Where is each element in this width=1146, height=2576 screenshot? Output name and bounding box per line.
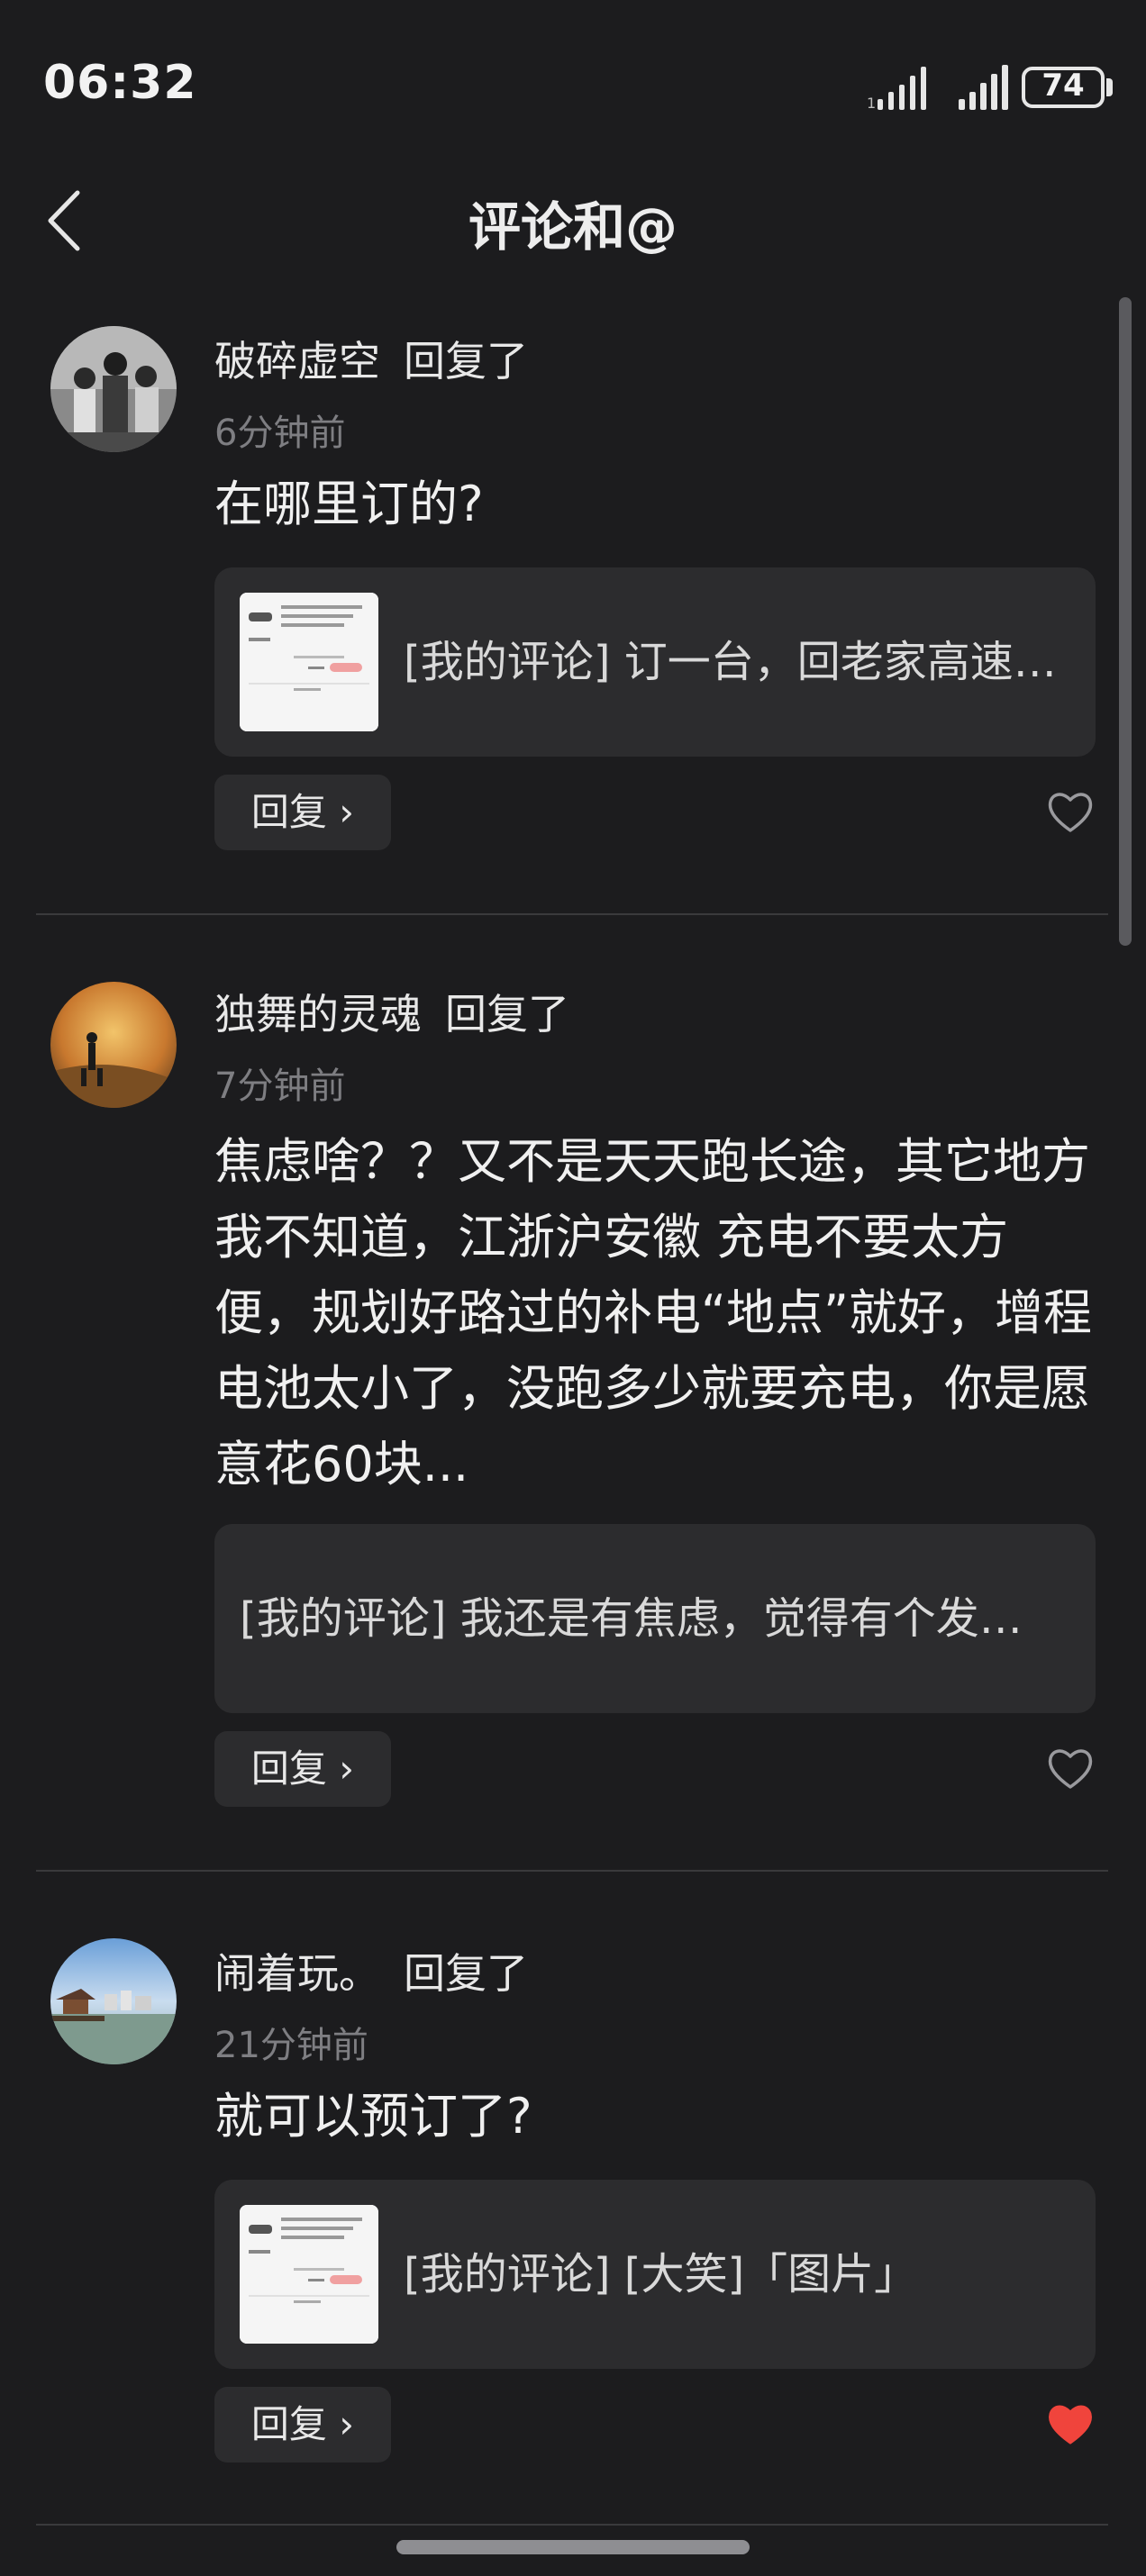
timestamp: 7分钟前 <box>214 1066 346 1107</box>
comment-text[interactable]: 焦虑啥？？又不是天天跑长途，其它地方我不知道，江浙沪安徽 充电不要太方便，规划好… <box>214 1124 1097 1502</box>
comment-header: 破碎虚空 回复了 <box>214 329 528 388</box>
comment-text[interactable]: 就可以预订了? <box>214 2079 1097 2154</box>
heart-filled-icon[interactable] <box>1045 2399 1096 2450</box>
reply-button[interactable]: 回复 › <box>214 775 391 850</box>
username[interactable]: 破碎虚空 <box>214 337 380 385</box>
home-indicator[interactable] <box>396 2540 750 2554</box>
svg-text:1: 1 <box>867 95 876 112</box>
reply-button[interactable]: 回复 › <box>214 1731 391 1807</box>
divider <box>36 2524 1108 2526</box>
avatar[interactable] <box>50 1938 177 2064</box>
reply-action-label: 回复了 <box>404 337 528 385</box>
signal-2-icon <box>959 65 1008 110</box>
comment-header: 闹着玩。 回复了 <box>214 1941 528 2000</box>
comment-header: 独舞的灵魂 回复了 <box>214 982 569 1041</box>
battery-cap <box>1106 78 1113 96</box>
heart-icon[interactable] <box>1045 787 1096 838</box>
username[interactable]: 闹着玩。 <box>214 1949 380 1998</box>
signal-1-icon: 1 <box>867 67 926 112</box>
thumbnail-image <box>240 2205 378 2344</box>
quoted-comment-text: [我的评论] 我还是有焦虑，觉得有个发… <box>240 1593 1023 1644</box>
page-title: 评论和@ <box>468 196 678 258</box>
quoted-comment-card[interactable]: [我的评论] 我还是有焦虑，觉得有个发… <box>214 1524 1096 1713</box>
avatar-image <box>50 982 177 1108</box>
timestamp: 6分钟前 <box>214 413 346 454</box>
username[interactable]: 独舞的灵魂 <box>214 990 422 1039</box>
quoted-comment-text: [我的评论] 订一台，回老家高速… <box>404 637 1057 687</box>
reply-button[interactable]: 回复 › <box>214 2387 391 2463</box>
status-bar: 06:32 1 74 <box>0 0 1146 171</box>
avatar-image <box>50 326 177 452</box>
quoted-comment-text: [我的评论] [大笑]「图片」 <box>404 2249 918 2299</box>
divider <box>36 1870 1108 1872</box>
quoted-comment-card[interactable]: [我的评论] 订一台，回老家高速… <box>214 567 1096 757</box>
reply-action-label: 回复了 <box>404 1949 528 1998</box>
comment-text[interactable]: 在哪里订的? <box>214 467 1097 542</box>
battery-icon: 74 <box>1022 67 1105 108</box>
avatar[interactable] <box>50 326 177 452</box>
quoted-comment-card[interactable]: [我的评论] [大笑]「图片」 <box>214 2180 1096 2369</box>
divider <box>36 913 1108 915</box>
avatar-image <box>50 1938 177 2064</box>
thumbnail-image <box>240 593 378 731</box>
heart-icon[interactable] <box>1045 1744 1096 1794</box>
scrollbar[interactable] <box>1119 297 1132 946</box>
status-time: 06:32 <box>43 56 197 110</box>
reply-action-label: 回复了 <box>445 990 569 1039</box>
battery-level: 74 <box>1041 68 1085 104</box>
timestamp: 21分钟前 <box>214 2025 368 2066</box>
avatar[interactable] <box>50 982 177 1108</box>
